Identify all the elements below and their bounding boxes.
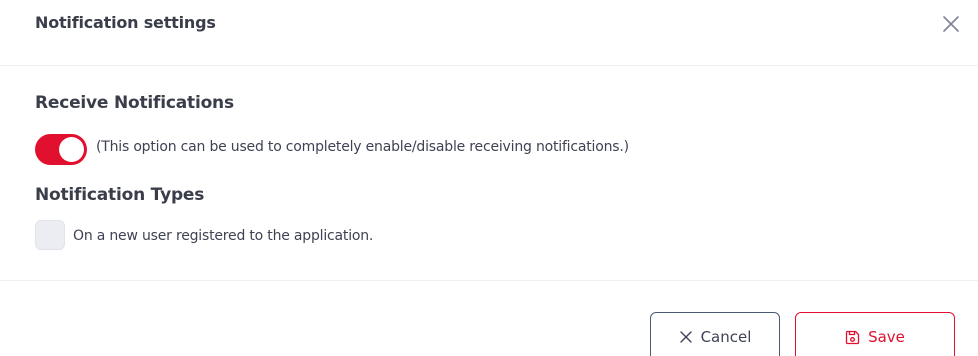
new-user-registered-label[interactable]: On a new user registered to the applicat…: [73, 228, 373, 244]
save-button-label: Save: [868, 328, 905, 346]
cancel-button-label: Cancel: [700, 328, 752, 346]
save-button[interactable]: Save: [795, 312, 955, 356]
x-icon: [679, 331, 692, 343]
new-user-registered-checkbox[interactable]: [35, 220, 65, 250]
modal-title: Notification settings: [35, 13, 216, 32]
modal-footer: Cancel Save: [0, 281, 978, 356]
modal-body: Receive Notifications (This option can b…: [0, 66, 978, 281]
close-icon: [943, 16, 959, 32]
receive-notifications-heading: Receive Notifications: [35, 93, 234, 113]
cancel-button[interactable]: Cancel: [650, 312, 780, 356]
floppy-disk-icon: [845, 330, 860, 344]
receive-notifications-toggle[interactable]: [35, 134, 87, 165]
modal-header: Notification settings: [0, 0, 978, 66]
notification-types-heading: Notification Types: [35, 185, 205, 205]
receive-notifications-description: (This option can be used to completely e…: [96, 139, 629, 155]
close-button[interactable]: [940, 13, 962, 35]
toggle-knob: [59, 137, 84, 162]
notification-settings-modal: Notification settings Receive Notificati…: [0, 0, 978, 356]
